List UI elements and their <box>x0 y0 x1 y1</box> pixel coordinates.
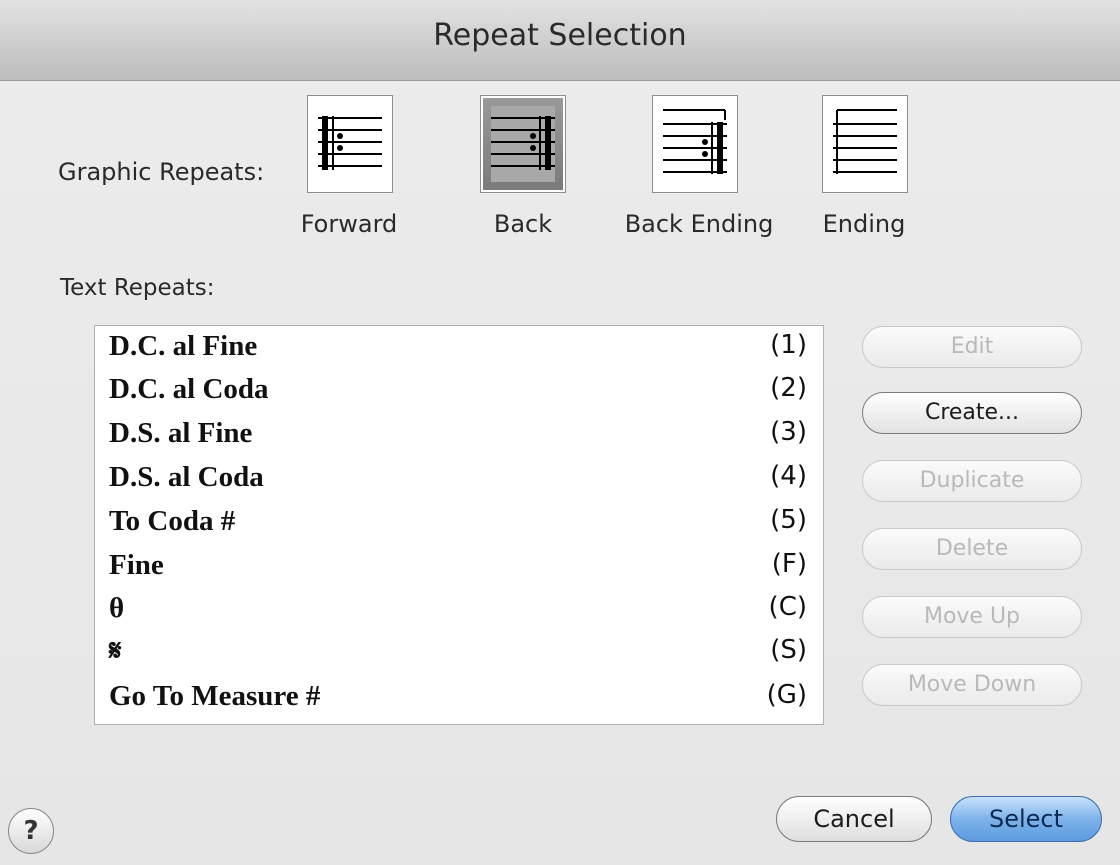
select-button[interactable]: Select <box>950 796 1102 842</box>
text-repeats-label: Text Repeats: <box>60 275 215 301</box>
ending-caption: Ending <box>822 210 906 238</box>
list-item[interactable]: D.C. al Fine (1) <box>95 326 823 366</box>
cancel-button[interactable]: Cancel <box>776 796 932 842</box>
list-item[interactable]: Fine (F) <box>95 545 823 585</box>
list-item-name: D.C. al Fine <box>109 330 258 362</box>
list-item-shortcut: (2) <box>770 373 807 403</box>
forward-repeat-button[interactable] <box>307 95 393 193</box>
forward-repeat-icon <box>318 116 382 170</box>
list-item-name: To Coda # <box>109 505 236 537</box>
list-item-name: D.S. al Fine <box>109 417 253 449</box>
list-item[interactable]: D.C. al Coda (2) <box>95 369 823 409</box>
graphic-repeats-label: Graphic Repeats: <box>58 158 265 186</box>
list-item-shortcut: (5) <box>770 505 807 535</box>
list-item[interactable]: D.S. al Fine (3) <box>95 413 823 453</box>
move-up-button[interactable]: Move Up <box>862 596 1082 638</box>
list-item[interactable]: To Coda # (5) <box>95 501 823 541</box>
list-item-name: D.C. al Coda <box>109 373 269 405</box>
list-item-coda[interactable]: θ (C) <box>95 588 823 628</box>
create-button[interactable]: Create... <box>862 392 1082 434</box>
list-item-shortcut: (4) <box>770 461 807 491</box>
repeat-selection-dialog: Repeat Selection Graphic Repeats: Forwar… <box>0 0 1120 865</box>
back-ending-caption: Back Ending <box>624 210 774 238</box>
list-item-name: Go To Measure # <box>109 680 321 712</box>
ending-repeat-button[interactable] <box>822 95 908 193</box>
list-item-shortcut: (C) <box>768 592 807 622</box>
ending-repeat-icon <box>833 109 897 174</box>
list-item-segno[interactable]: 𝄋 (S) <box>95 631 823 671</box>
back-ending-repeat-button[interactable] <box>652 95 738 193</box>
list-item-name: Fine <box>109 549 164 581</box>
list-item[interactable]: Go To Measure # (G) <box>95 676 823 716</box>
list-item-name: D.S. al Coda <box>109 461 264 493</box>
text-repeats-list[interactable]: D.C. al Fine (1) D.C. al Coda (2) D.S. a… <box>94 325 824 725</box>
help-button[interactable]: ? <box>8 808 54 854</box>
duplicate-button[interactable]: Duplicate <box>862 460 1082 502</box>
move-down-button[interactable]: Move Down <box>862 664 1082 706</box>
back-repeat-icon <box>491 106 555 182</box>
forward-caption: Forward <box>300 210 398 238</box>
list-item-shortcut: (G) <box>766 680 807 710</box>
segno-symbol-icon: 𝄋 <box>109 635 122 667</box>
list-item-shortcut: (S) <box>770 635 807 665</box>
back-caption: Back <box>493 210 553 238</box>
back-ending-repeat-icon <box>663 109 727 174</box>
window-title: Repeat Selection <box>433 18 687 53</box>
back-repeat-button[interactable] <box>480 95 566 193</box>
list-item-shortcut: (F) <box>771 549 807 579</box>
edit-button[interactable]: Edit <box>862 326 1082 368</box>
delete-button[interactable]: Delete <box>862 528 1082 570</box>
list-item-shortcut: (1) <box>770 330 807 360</box>
coda-symbol-icon: θ <box>109 592 125 624</box>
list-item[interactable]: D.S. al Coda (4) <box>95 457 823 497</box>
title-bar[interactable]: Repeat Selection <box>0 0 1120 81</box>
list-item-shortcut: (3) <box>770 417 807 447</box>
